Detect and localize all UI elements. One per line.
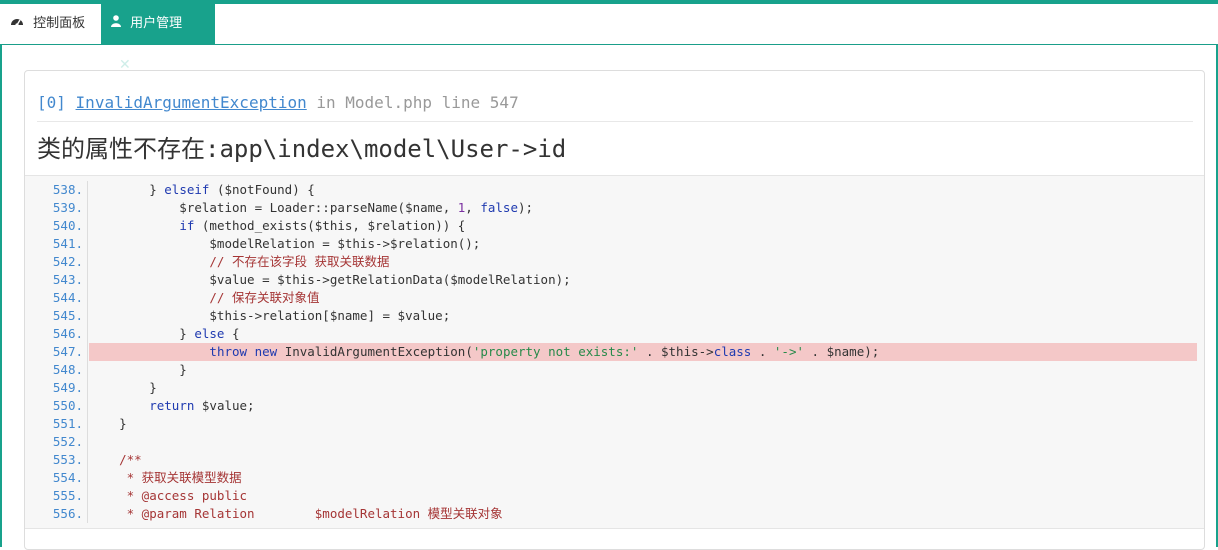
- line-gutter-divider: [87, 469, 88, 487]
- line-number: 544.: [52, 290, 83, 305]
- line-gutter-divider: [87, 487, 88, 505]
- code-line: 539. $relation = Loader::parseName($name…: [25, 199, 1204, 217]
- line-number: 554.: [52, 470, 83, 485]
- line-source: $modelRelation = $this->$relation();: [89, 236, 481, 251]
- tab-dashboard[interactable]: 控制面板: [0, 4, 101, 44]
- line-number: 543.: [52, 272, 83, 287]
- line-gutter-divider: [87, 397, 88, 415]
- line-number: 553.: [52, 452, 83, 467]
- tab-user-management[interactable]: 用户管理 ✕: [101, 4, 215, 73]
- line-number: 549.: [52, 380, 83, 395]
- line-gutter-divider: [87, 217, 88, 235]
- line-gutter-divider: [87, 361, 88, 379]
- tab-bar: 控制面板 用户管理 ✕: [0, 4, 1218, 73]
- line-source: * @access public: [89, 488, 248, 503]
- line-source: // 不存在该字段 获取关联数据: [89, 254, 390, 269]
- line-number: 542.: [52, 254, 83, 269]
- code-line: 550. return $value;: [25, 397, 1204, 415]
- line-gutter-divider: [87, 379, 88, 397]
- exception-line-label: line: [441, 93, 481, 112]
- line-number: 551.: [52, 416, 83, 431]
- line-number: 539.: [52, 200, 83, 215]
- exception-index: [0]: [37, 93, 66, 112]
- source-code-block: 538. } elseif ($notFound) {539. $relatio…: [25, 175, 1204, 529]
- line-source: throw new InvalidArgumentException('prop…: [209, 344, 880, 359]
- line-number: 541.: [52, 236, 83, 251]
- line-source: } else {: [89, 326, 240, 341]
- code-line: 552.: [25, 433, 1204, 451]
- line-gutter-divider: [87, 253, 88, 271]
- line-gutter-divider: [87, 181, 88, 199]
- code-line: 556. * @param Relation $modelRelation 模型…: [25, 505, 1204, 523]
- line-source: * 获取关联模型数据: [89, 470, 242, 485]
- line-number: 546.: [52, 326, 83, 341]
- exception-message: 类的属性不存在:app\index\model\User->id: [37, 135, 567, 163]
- code-line: 555. * @access public: [25, 487, 1204, 505]
- code-line: 543. $value = $this->getRelationData($mo…: [25, 271, 1204, 289]
- line-gutter-divider: [87, 199, 88, 217]
- line-source: * @param Relation $modelRelation 模型关联对象: [89, 506, 503, 521]
- line-number: 545.: [52, 308, 83, 323]
- tab-dashboard-label: 控制面板: [33, 16, 86, 31]
- line-source: if (method_exists($this, $relation)) {: [179, 218, 466, 233]
- line-number: 538.: [52, 182, 83, 197]
- line-number: 540.: [52, 218, 83, 233]
- exception-in: in: [316, 93, 336, 112]
- line-number: 552.: [52, 434, 83, 449]
- user-icon: [111, 4, 121, 44]
- code-line: 545. $this->relation[$name] = $value;: [25, 307, 1204, 325]
- tab-user-management-label: 用户管理: [130, 16, 183, 31]
- line-number: 556.: [52, 506, 83, 521]
- line-source: $value = $this->getRelationData($modelRe…: [89, 272, 571, 287]
- exception-file: Model.php: [345, 93, 432, 112]
- line-gutter-divider: [87, 505, 88, 523]
- line-source: $this->relation[$name] = $value;: [89, 308, 451, 323]
- line-gutter-divider: [87, 415, 88, 433]
- code-line: 540. if (method_exists($this, $relation)…: [25, 217, 1204, 235]
- line-gutter-divider: [87, 451, 88, 469]
- line-gutter-divider: [87, 343, 88, 361]
- line-source: return $value;: [149, 398, 255, 413]
- line-number: 550.: [52, 398, 83, 413]
- exception-class-link[interactable]: InvalidArgumentException: [76, 93, 307, 112]
- line-gutter-divider: [87, 235, 88, 253]
- line-gutter-divider: [87, 433, 88, 451]
- code-line: 538. } elseif ($notFound) {: [25, 181, 1204, 199]
- code-line: 544. // 保存关联对象值: [25, 289, 1204, 307]
- line-source: $relation = Loader::parseName($name, 1, …: [89, 200, 534, 215]
- line-number: 547.: [52, 344, 83, 359]
- line-gutter-divider: [87, 325, 88, 343]
- tab-content: [0] InvalidArgumentException in Model.ph…: [0, 45, 1218, 550]
- code-line: 554. * 获取关联模型数据: [25, 469, 1204, 487]
- line-source: // 保存关联对象值: [89, 290, 320, 305]
- line-source: }: [89, 362, 187, 377]
- line-gutter-divider: [87, 307, 88, 325]
- code-line: 553. /**: [25, 451, 1204, 469]
- line-number: 555.: [52, 488, 83, 503]
- code-line: 549. }: [25, 379, 1204, 397]
- exception-header: [0] InvalidArgumentException in Model.ph…: [37, 93, 1193, 122]
- line-source: /**: [89, 452, 142, 467]
- code-line: 542. // 不存在该字段 获取关联数据: [25, 253, 1204, 271]
- exception-panel: [0] InvalidArgumentException in Model.ph…: [24, 70, 1205, 550]
- line-source: }: [89, 416, 127, 431]
- line-source: } elseif ($notFound) {: [89, 182, 315, 197]
- code-line: 548. }: [25, 361, 1204, 379]
- code-line: 546. } else {: [25, 325, 1204, 343]
- exception-line-number: 547: [489, 93, 519, 112]
- line-source: }: [89, 380, 157, 395]
- code-line-highlighted: 547. throw new InvalidArgumentException(…: [25, 343, 1204, 361]
- line-gutter-divider: [87, 289, 88, 307]
- line-gutter-divider: [87, 271, 88, 289]
- code-line: 541. $modelRelation = $this->$relation()…: [25, 235, 1204, 253]
- line-number: 548.: [52, 362, 83, 377]
- dashboard-icon: [10, 4, 24, 44]
- code-line: 551. }: [25, 415, 1204, 433]
